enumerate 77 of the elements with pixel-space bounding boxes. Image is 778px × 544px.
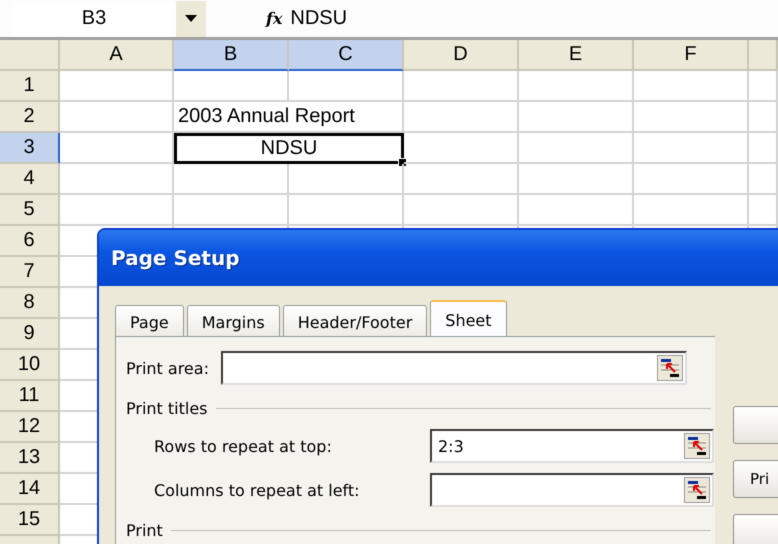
grid-cell[interactable] <box>289 71 404 102</box>
grid-cell[interactable] <box>60 71 174 102</box>
collapse-dialog-icon[interactable] <box>656 355 683 381</box>
grid-cell[interactable] <box>634 133 749 164</box>
grid-cell[interactable] <box>174 164 289 195</box>
grid-cell[interactable] <box>404 195 519 226</box>
grid-cell[interactable] <box>519 71 634 102</box>
field-label: Rows to repeat at top: <box>154 436 332 456</box>
range-input-field[interactable] <box>430 473 714 507</box>
dialog-tab[interactable]: Sheet <box>430 300 507 336</box>
section-heading: Print <box>126 520 163 540</box>
row-header[interactable]: 12 <box>0 412 60 443</box>
field-label: Columns to repeat at left: <box>154 480 360 500</box>
grid-cell[interactable] <box>174 71 289 102</box>
grid-cell[interactable] <box>634 71 749 102</box>
row-header[interactable]: 14 <box>0 474 60 505</box>
column-header[interactable]: C <box>289 40 404 71</box>
range-input-field[interactable] <box>220 351 687 385</box>
grid-cell[interactable] <box>404 71 519 102</box>
print-area-label: Print area: <box>126 358 209 378</box>
row-header[interactable]: 3 <box>0 133 60 164</box>
function-icon[interactable]: fx <box>266 9 282 28</box>
row-header[interactable]: 2 <box>0 102 60 133</box>
range-input-field[interactable]: 2:3 <box>430 429 714 463</box>
grid-cell[interactable] <box>749 133 778 164</box>
dialog-tab[interactable]: Page <box>115 305 184 336</box>
grid-cell[interactable] <box>749 164 778 195</box>
grid-cell[interactable] <box>60 133 174 164</box>
grid-cell[interactable] <box>519 195 634 226</box>
dialog-button[interactable]: Pri <box>733 460 778 498</box>
grid-cell[interactable] <box>60 164 174 195</box>
section-heading: Print titles <box>126 398 208 418</box>
column-header[interactable]: B <box>174 40 289 71</box>
grid-cell[interactable] <box>519 164 634 195</box>
grid-cell[interactable] <box>749 195 778 226</box>
row-header[interactable]: 7 <box>0 257 60 288</box>
row-header[interactable]: 11 <box>0 381 60 412</box>
row-header[interactable]: 9 <box>0 319 60 350</box>
dialog-tab[interactable]: Header/Footer <box>282 305 428 336</box>
formula-input[interactable]: NDSU <box>290 7 348 30</box>
grid-cell[interactable] <box>519 133 634 164</box>
row-header[interactable]: 15 <box>0 505 60 536</box>
column-header[interactable]: E <box>519 40 634 71</box>
column-header[interactable]: F <box>634 40 749 71</box>
cell-text: NDSU <box>260 137 318 160</box>
select-all-corner[interactable] <box>0 40 60 71</box>
dialog-tab[interactable]: Margins <box>186 305 280 336</box>
collapse-dialog-icon[interactable] <box>684 433 710 459</box>
cell-text: 2003 Annual Report <box>178 105 355 128</box>
grid-cell[interactable] <box>289 195 404 226</box>
grid-cell[interactable] <box>60 102 174 133</box>
row-header[interactable]: 6 <box>0 226 60 257</box>
row-header[interactable]: 4 <box>0 164 60 195</box>
row-header[interactable]: 10 <box>0 350 60 381</box>
row-header[interactable]: 8 <box>0 288 60 319</box>
grid-cell[interactable] <box>60 195 174 226</box>
grid-cell[interactable] <box>289 164 404 195</box>
collapse-dialog-icon[interactable] <box>684 477 710 503</box>
column-header[interactable]: D <box>404 40 519 71</box>
grid-cell[interactable] <box>404 133 519 164</box>
grid-cell[interactable] <box>519 102 634 133</box>
row-header[interactable]: 13 <box>0 443 60 474</box>
grid-cell[interactable]: 2003 Annual Report <box>174 102 404 133</box>
grid-cell[interactable] <box>634 195 749 226</box>
dialog-title: Page Setup <box>99 230 778 286</box>
grid-cell[interactable] <box>749 71 778 102</box>
active-cell[interactable]: NDSU <box>174 133 404 164</box>
grid-cell[interactable] <box>749 102 778 133</box>
column-header[interactable]: A <box>60 40 174 71</box>
grid-cell[interactable] <box>634 102 749 133</box>
row-header[interactable]: 5 <box>0 195 60 226</box>
column-header[interactable] <box>749 40 778 71</box>
grid-cell[interactable] <box>174 195 289 226</box>
row-header[interactable]: 1 <box>0 71 60 102</box>
grid-cell[interactable] <box>404 164 519 195</box>
grid-cell[interactable] <box>404 102 519 133</box>
grid-cell[interactable] <box>634 164 749 195</box>
